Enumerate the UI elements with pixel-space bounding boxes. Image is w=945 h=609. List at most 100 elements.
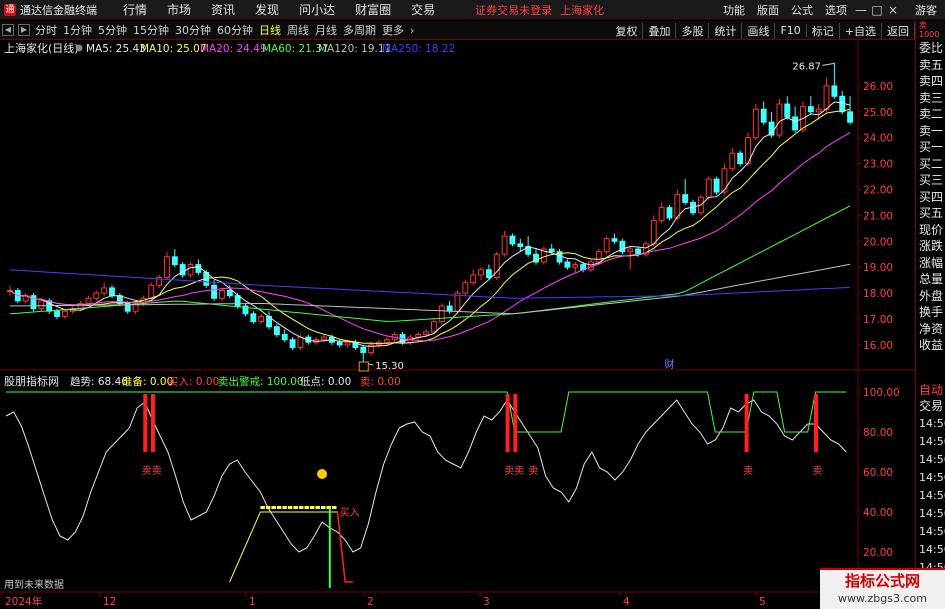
menu-options[interactable]: 选项 bbox=[819, 2, 853, 18]
tool-button-0[interactable]: 复权 bbox=[610, 22, 644, 39]
login-notice[interactable]: 证券交易未登录 bbox=[475, 2, 552, 18]
high-label: 26.87 bbox=[792, 61, 821, 72]
close-button[interactable]: × bbox=[885, 3, 901, 17]
menu-ask[interactable]: 问小达 bbox=[289, 1, 345, 18]
period-tab-4[interactable]: 30分钟 bbox=[172, 22, 214, 38]
sell-label-0: 卖卖 bbox=[142, 465, 162, 477]
menu-function[interactable]: 功能 bbox=[717, 2, 751, 18]
quote-label-7: 买二 bbox=[919, 156, 944, 171]
tool-button-3[interactable]: 统计 bbox=[709, 22, 743, 39]
prepare-bar bbox=[331, 506, 337, 509]
prepare-bar bbox=[304, 506, 309, 509]
stock-name: 上海家化(日线) bbox=[4, 41, 79, 55]
quote-label-5: 卖一 bbox=[919, 123, 944, 138]
menu-layout[interactable]: 版面 bbox=[751, 2, 785, 18]
arrow-right-icon[interactable]: ▶ bbox=[18, 24, 30, 36]
tool-button-8[interactable]: 返回 bbox=[882, 22, 915, 39]
period-tab-0[interactable]: 分时 bbox=[32, 22, 60, 38]
prepare-bar bbox=[287, 506, 293, 509]
candle-body bbox=[603, 238, 610, 253]
menu-quotes[interactable]: 行情 bbox=[113, 1, 157, 18]
candle-body bbox=[415, 334, 422, 338]
prepare-bar bbox=[298, 506, 304, 509]
candle-body bbox=[470, 274, 477, 284]
candle-body bbox=[572, 264, 579, 268]
notice-stock: 上海家化 bbox=[560, 3, 605, 17]
candle-body bbox=[218, 289, 225, 299]
menu-wealth[interactable]: 财富圈 bbox=[345, 1, 401, 18]
ma-legend-1: MA10: 25.07 bbox=[140, 43, 207, 55]
legend-toggle-icon bbox=[75, 44, 83, 52]
more-chevron-icon[interactable]: › bbox=[407, 24, 417, 37]
future-data-note: 用到未来数据 bbox=[4, 578, 64, 591]
menu-market[interactable]: 市场 bbox=[157, 1, 201, 18]
candle-body bbox=[627, 248, 634, 253]
tick-time-3: 14:56 bbox=[919, 470, 945, 484]
candle-body bbox=[54, 310, 60, 317]
chart-area[interactable]: 上海家化(日线) MA5: 25.43 MA10: 25.07 MA20: 24.49… bbox=[0, 40, 915, 609]
menu-trade[interactable]: 交易 bbox=[401, 1, 445, 18]
period-tab-2[interactable]: 5分钟 bbox=[95, 22, 130, 38]
tool-button-6[interactable]: 标记 bbox=[807, 22, 840, 39]
quote-label-12: 涨跌 bbox=[919, 239, 944, 253]
smiley-icon bbox=[317, 469, 328, 479]
tool-button-1[interactable]: 叠加 bbox=[643, 22, 677, 39]
candle-body bbox=[729, 152, 736, 170]
app-title: 通达信金融终端 bbox=[20, 3, 97, 17]
period-tab-6[interactable]: 日线 bbox=[256, 22, 284, 38]
period-tab-3[interactable]: 15分钟 bbox=[130, 22, 172, 38]
guest-login[interactable]: 游客 bbox=[901, 2, 945, 18]
tool-button-5[interactable]: F10 bbox=[775, 24, 807, 37]
period-tab-8[interactable]: 月线 bbox=[312, 22, 340, 38]
price-label-1: 25.00 bbox=[863, 107, 893, 119]
sell-bar bbox=[744, 394, 749, 452]
ind-label-3: 40.00 bbox=[863, 507, 893, 519]
ind-label-1: 80.00 bbox=[863, 427, 893, 439]
menu-formula[interactable]: 公式 bbox=[785, 2, 819, 18]
candle-body bbox=[109, 287, 115, 297]
period-tab-5[interactable]: 60分钟 bbox=[214, 22, 256, 38]
candle-body bbox=[187, 264, 194, 276]
minimize-button[interactable]: — bbox=[853, 3, 869, 17]
prepare-bar bbox=[315, 506, 320, 509]
candle-body bbox=[713, 178, 720, 193]
candle-body bbox=[250, 313, 257, 323]
trade-label-1[interactable]: 交易 bbox=[916, 398, 945, 415]
period-tab-1[interactable]: 1分钟 bbox=[60, 22, 95, 38]
candle-body bbox=[737, 152, 744, 165]
sell-label-2: 卖 bbox=[743, 465, 753, 477]
quote-label-13: 涨幅 bbox=[919, 255, 944, 270]
indicator-legend-0: 趋势: 68.46 bbox=[70, 375, 128, 388]
tool-button-2[interactable]: 多股 bbox=[676, 22, 710, 39]
date-label-2: 1 bbox=[249, 596, 256, 608]
arrow-left-icon[interactable]: ◀ bbox=[2, 24, 14, 36]
candle-body bbox=[438, 305, 445, 323]
tool-button-7[interactable]: +自选 bbox=[840, 22, 882, 39]
candle-body bbox=[666, 207, 673, 219]
tick-time-0: 14:56 bbox=[919, 416, 945, 430]
price-label-6: 20.00 bbox=[863, 236, 893, 248]
ma-legend-2: MA20: 24.49 bbox=[200, 43, 267, 55]
period-tab-10[interactable]: 更多 bbox=[379, 22, 407, 38]
period-tab-7[interactable]: 周线 bbox=[284, 22, 312, 38]
candle-body bbox=[164, 256, 170, 279]
sell-bar bbox=[813, 394, 818, 452]
price-label-0: 26.00 bbox=[863, 81, 893, 93]
price-label-4: 22.00 bbox=[863, 184, 893, 196]
candle-body bbox=[705, 178, 712, 198]
quote-label-0: 委比 bbox=[919, 41, 944, 55]
menu-news[interactable]: 资讯 bbox=[201, 1, 245, 18]
quote-label-6: 买一 bbox=[919, 140, 944, 154]
trade-label-0[interactable]: 自动 bbox=[916, 382, 945, 399]
menu-discover[interactable]: 发现 bbox=[245, 1, 289, 18]
kline-chart[interactable]: 上海家化(日线) MA5: 25.43MA10: 25.07MA20: 24.49… bbox=[0, 40, 915, 609]
candle-body bbox=[509, 235, 516, 245]
maximize-button[interactable]: □ bbox=[869, 3, 885, 17]
ind-label-2: 60.00 bbox=[863, 467, 893, 479]
candle-body bbox=[611, 238, 618, 242]
tool-button-4[interactable]: 画线 bbox=[742, 22, 776, 39]
candle-body bbox=[485, 269, 492, 279]
candle-body bbox=[831, 85, 838, 97]
period-tab-9[interactable]: 多周期 bbox=[340, 22, 379, 38]
quote-label-10: 买五 bbox=[919, 206, 944, 220]
